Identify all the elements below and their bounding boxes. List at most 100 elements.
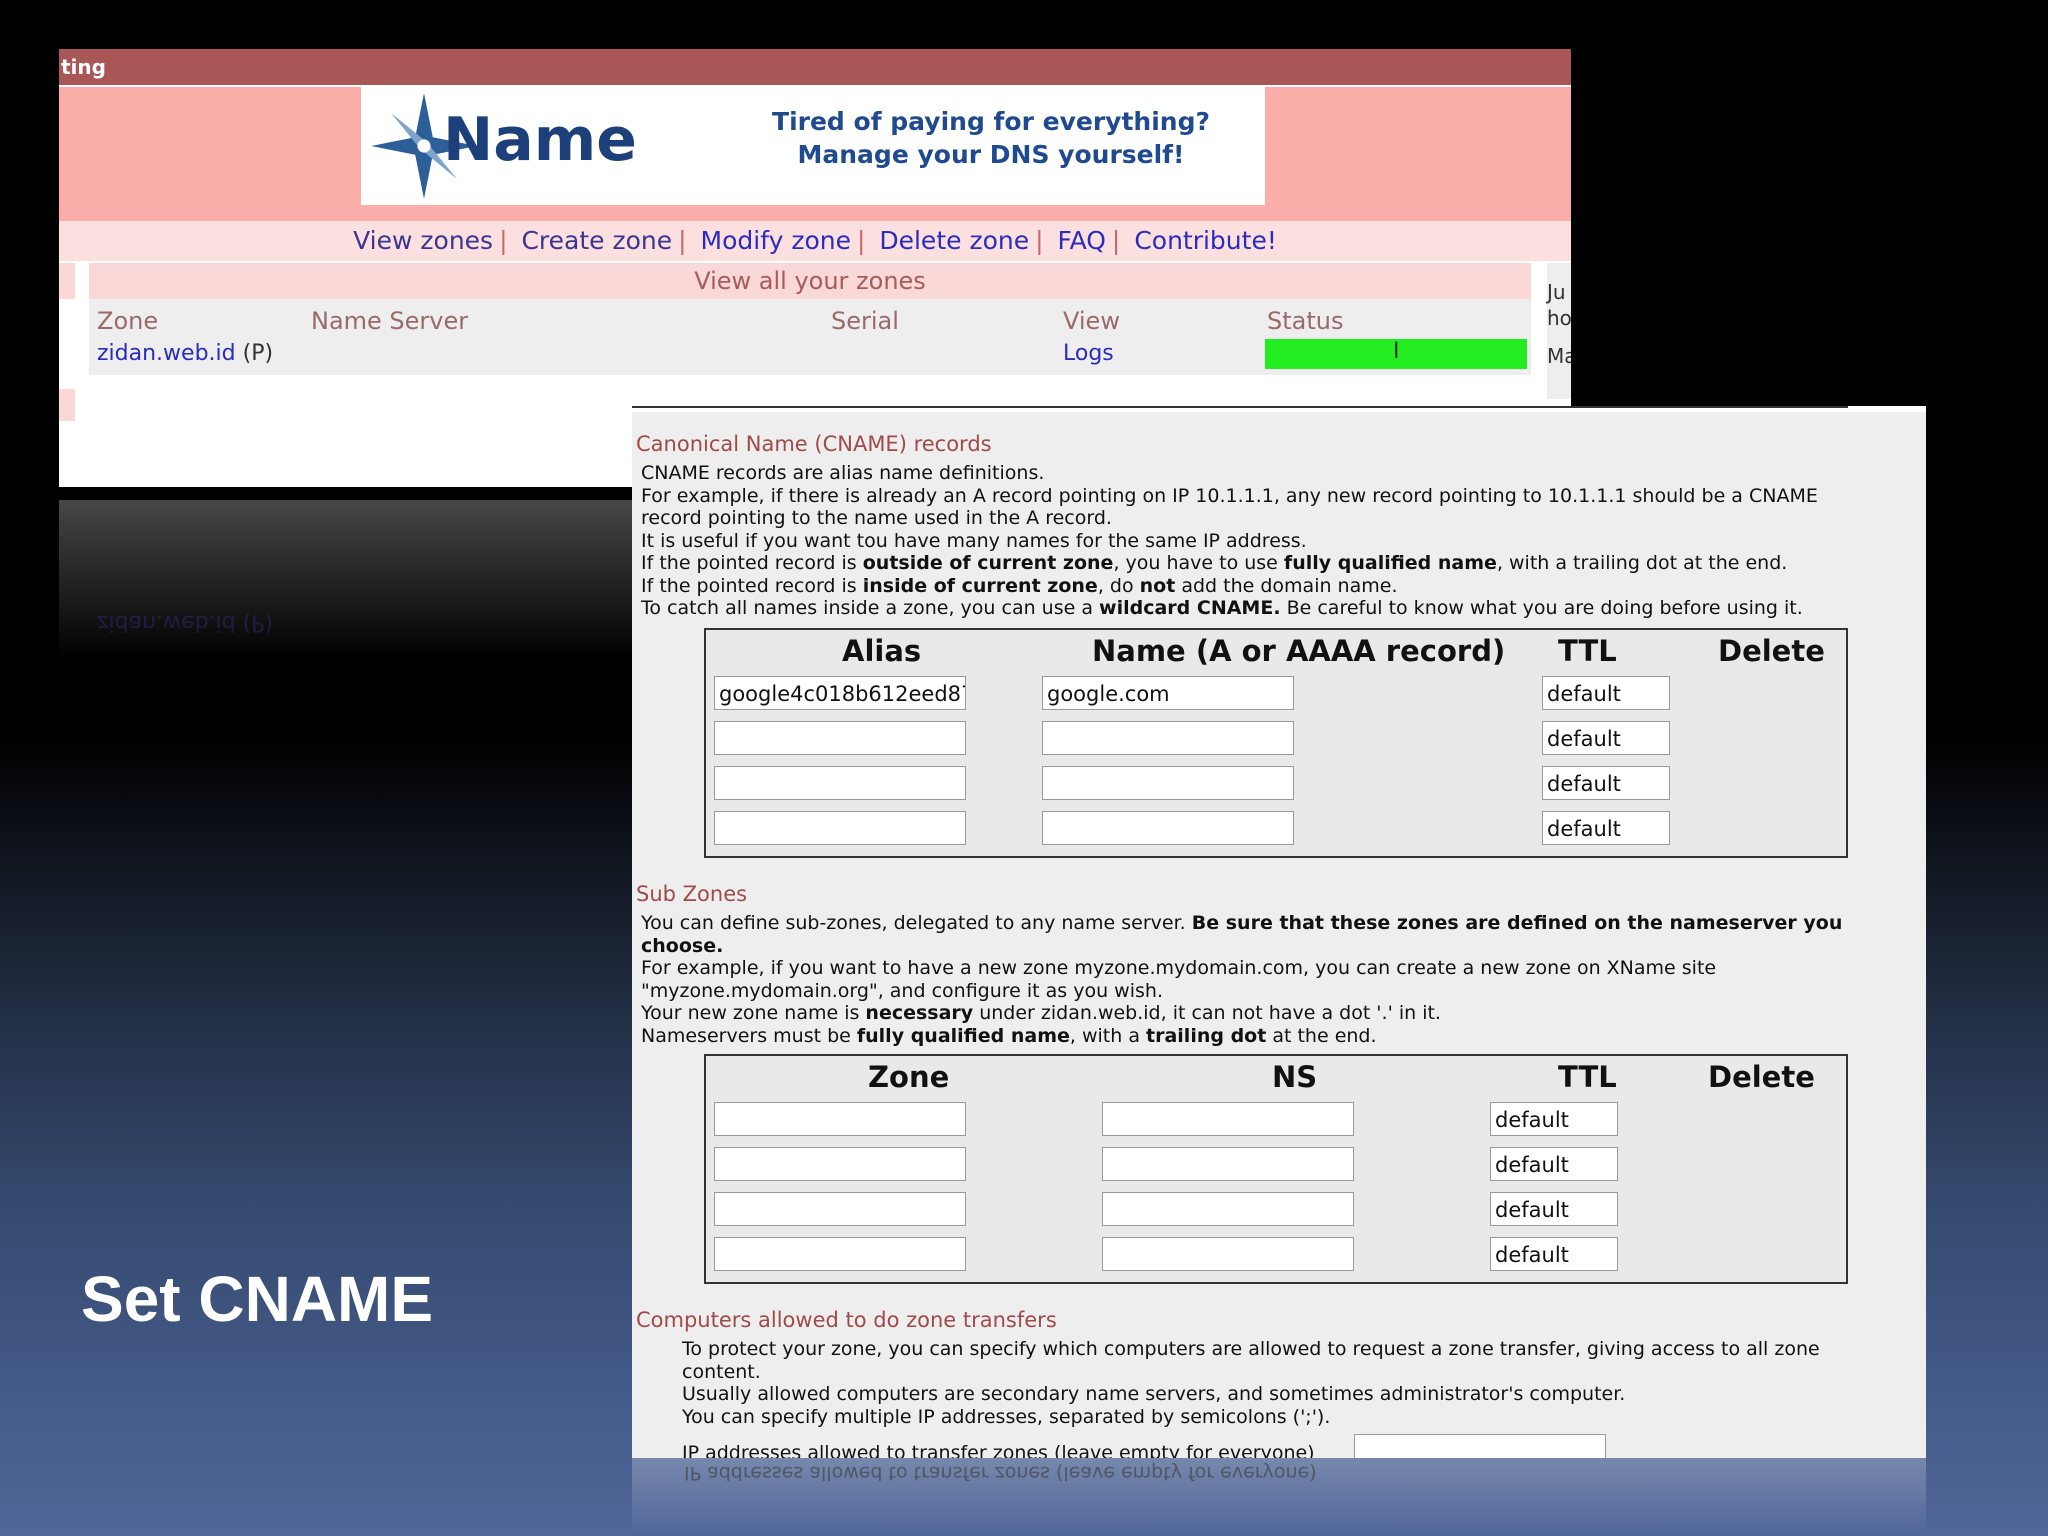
ttl-input[interactable]: default bbox=[1542, 676, 1670, 710]
zone-flag: (P) bbox=[242, 341, 274, 366]
desc-line: "myzone.mydomain.org", and configure it … bbox=[641, 979, 1163, 1002]
name-input[interactable]: google.com bbox=[1042, 676, 1294, 710]
subzones-table: Zone NS TTL Delete default default defau… bbox=[704, 1054, 1848, 1284]
desc-line: content. bbox=[682, 1360, 761, 1383]
ttl-input[interactable]: default bbox=[1490, 1192, 1618, 1226]
col-name-record: Name (A or AAAA record) bbox=[1092, 634, 1506, 668]
main-nav: View zones | Create zone | Modify zone | De… bbox=[59, 221, 1571, 261]
subzone-input[interactable] bbox=[714, 1192, 966, 1226]
nav-separator: | bbox=[1035, 226, 1044, 255]
col-name-server: Name Server bbox=[311, 307, 469, 335]
ns-input[interactable] bbox=[1102, 1147, 1354, 1181]
col-status: Status bbox=[1267, 307, 1344, 335]
zone-form-screenshot: Canonical Name (CNAME) records CNAME rec… bbox=[632, 406, 1926, 1458]
col-zone: Zone bbox=[868, 1060, 950, 1094]
desc-line: For example, if you want to have a new z… bbox=[641, 957, 1717, 979]
ttl-input[interactable]: default bbox=[1542, 811, 1670, 845]
cname-table: Alias Name (A or AAAA record) TTL Delete… bbox=[704, 628, 1848, 858]
panel-title: View all your zones bbox=[89, 263, 1531, 299]
desc-text: at the end. bbox=[1266, 1024, 1377, 1047]
desc-text: If the pointed record is bbox=[641, 574, 863, 597]
name-input[interactable] bbox=[1042, 766, 1294, 800]
left-strip bbox=[59, 389, 75, 421]
alias-input[interactable] bbox=[714, 766, 966, 800]
nav-contribute[interactable]: Contribute! bbox=[1128, 226, 1283, 255]
desc-bold: not bbox=[1139, 574, 1176, 597]
alias-input[interactable] bbox=[714, 721, 966, 755]
nav-create-zone[interactable]: Create zone bbox=[515, 226, 678, 255]
desc-text: , you have to use bbox=[1113, 552, 1284, 574]
desc-line: You can define sub-zones, delegated to a… bbox=[641, 912, 1911, 935]
ttl-input[interactable]: default bbox=[1490, 1237, 1618, 1271]
zones-panel: View all your zones Zone Name Server Ser… bbox=[89, 263, 1531, 375]
ttl-input[interactable]: default bbox=[1490, 1147, 1618, 1181]
col-delete: Delete bbox=[1708, 1060, 1815, 1094]
col-ns: NS bbox=[1272, 1060, 1318, 1094]
subzone-input[interactable] bbox=[714, 1147, 966, 1181]
desc-line: To protect your zone, you can specify wh… bbox=[682, 1338, 1820, 1360]
zone-link[interactable]: zidan.web.id bbox=[97, 341, 236, 366]
desc-line: Usually allowed computers are secondary … bbox=[682, 1383, 1626, 1405]
text-cursor: I bbox=[1393, 339, 1400, 364]
logs-link[interactable]: Logs bbox=[1063, 341, 1114, 366]
right-col-text: ho bbox=[1547, 306, 1571, 330]
col-zone: Zone bbox=[97, 307, 159, 335]
nav-delete-zone[interactable]: Delete zone bbox=[873, 226, 1035, 255]
window-title: ting bbox=[59, 49, 1571, 85]
desc-text: Your new zone name is bbox=[641, 1002, 866, 1024]
desc-text: If the pointed record is bbox=[641, 552, 863, 574]
nav-separator: | bbox=[856, 226, 866, 255]
desc-bold: inside of current zone bbox=[862, 574, 1098, 597]
right-col-text: Ju bbox=[1547, 280, 1566, 304]
nav-faq[interactable]: FAQ bbox=[1051, 226, 1111, 255]
right-column: Ju ho Ma bbox=[1547, 263, 1571, 399]
desc-bold: Be sure that these zones are defined on … bbox=[1191, 912, 1843, 934]
col-delete: Delete bbox=[1718, 634, 1825, 668]
name-input[interactable] bbox=[1042, 721, 1294, 755]
col-view: View bbox=[1063, 307, 1120, 335]
nav-view-zones[interactable]: View zones bbox=[347, 226, 499, 255]
col-serial: Serial bbox=[831, 307, 899, 335]
subzone-input[interactable] bbox=[714, 1237, 966, 1271]
subzones-section-title: Sub Zones bbox=[636, 882, 748, 906]
cname-section-title: Canonical Name (CNAME) records bbox=[636, 432, 992, 456]
ttl-input[interactable]: default bbox=[1542, 766, 1670, 800]
ttl-input[interactable]: default bbox=[1542, 721, 1670, 755]
status-indicator: I bbox=[1265, 339, 1527, 369]
nav-modify-zone[interactable]: Modify zone bbox=[695, 226, 857, 255]
ns-input[interactable] bbox=[1102, 1237, 1354, 1271]
desc-text: , with a bbox=[1069, 1024, 1147, 1047]
desc-bold: choose. bbox=[641, 934, 724, 957]
ip-input[interactable] bbox=[1354, 1434, 1606, 1458]
desc-line: choose. bbox=[641, 935, 1911, 958]
cname-description: CNAME records are alias name definitions… bbox=[641, 462, 1911, 620]
subzones-description: You can define sub-zones, delegated to a… bbox=[641, 912, 1911, 1047]
desc-line: CNAME records are alias name definitions… bbox=[641, 462, 1045, 484]
alias-input[interactable]: google4c018b612eed87 bbox=[714, 676, 966, 710]
desc-text: Be careful to know what you are doing be… bbox=[1280, 597, 1803, 619]
right-col-text: Ma bbox=[1547, 344, 1571, 368]
left-strip bbox=[59, 263, 75, 299]
nav-separator: | bbox=[499, 226, 508, 255]
ttl-input[interactable]: default bbox=[1490, 1102, 1618, 1136]
slogan-line-1: Tired of paying for everything? bbox=[772, 107, 1210, 136]
desc-bold: fully qualified name bbox=[1283, 552, 1497, 574]
reflection-text: IP addresses allowed to transfer zones (… bbox=[684, 1462, 1317, 1484]
col-ttl: TTL bbox=[1558, 634, 1617, 668]
desc-line: If the pointed record is outside of curr… bbox=[641, 552, 1911, 575]
alias-input[interactable] bbox=[714, 811, 966, 845]
ns-input[interactable] bbox=[1102, 1192, 1354, 1226]
nav-separator: | bbox=[1111, 226, 1121, 255]
desc-text: under zidan.web.id, it can not have a do… bbox=[973, 1002, 1441, 1024]
logo-box: Name Tired of paying for everything? Man… bbox=[361, 87, 1265, 205]
zone-cell: zidan.web.id (P) bbox=[97, 341, 273, 366]
name-input[interactable] bbox=[1042, 811, 1294, 845]
ip-label: IP addresses allowed to transfer zones (… bbox=[682, 1442, 1315, 1458]
logs-cell: Logs bbox=[1063, 341, 1114, 366]
logo-text: Name bbox=[443, 105, 637, 175]
ns-input[interactable] bbox=[1102, 1102, 1354, 1136]
desc-text: add the domain name. bbox=[1175, 574, 1398, 597]
col-alias: Alias bbox=[842, 634, 922, 668]
desc-line: You can specify multiple IP addresses, s… bbox=[682, 1405, 1331, 1428]
subzone-input[interactable] bbox=[714, 1102, 966, 1136]
